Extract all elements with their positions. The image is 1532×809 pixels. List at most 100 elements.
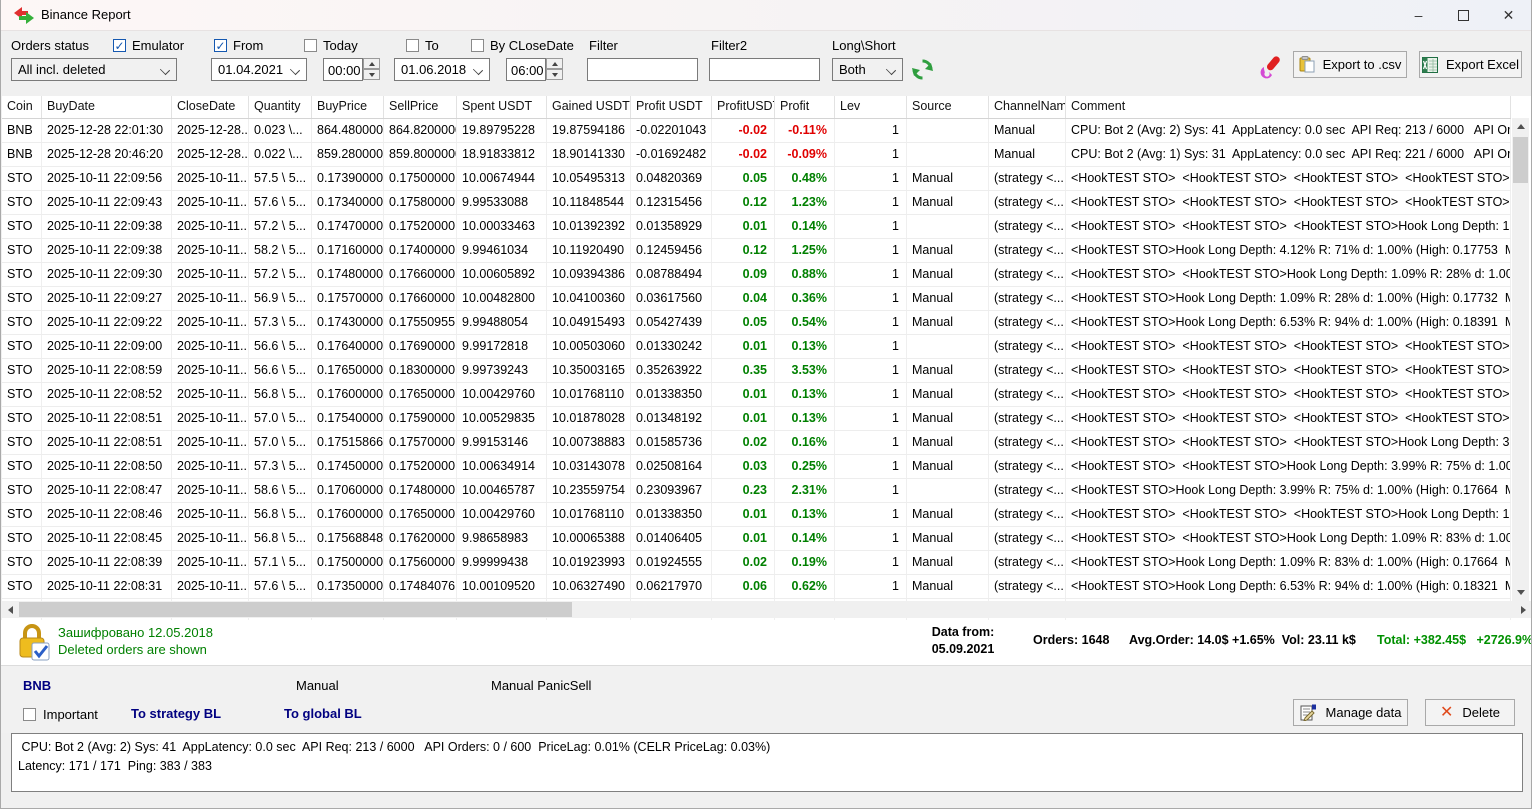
spin-up-icon[interactable] [363, 58, 380, 69]
table-row[interactable]: STO2025-10-11 22:08:392025-10-11...57.1 … [2, 551, 1511, 575]
spin-up-icon[interactable] [546, 58, 563, 69]
column-header[interactable]: Lev [835, 96, 907, 118]
table-row[interactable]: STO2025-10-11 22:08:502025-10-11...57.3 … [2, 455, 1511, 479]
table-row[interactable]: STO2025-10-11 22:08:522025-10-11...56.8 … [2, 383, 1511, 407]
column-header[interactable]: ProfitUSDT [712, 96, 775, 118]
cell-buyDate: 2025-10-11 22:09:00 [42, 335, 172, 358]
table-row[interactable]: STO2025-10-11 22:09:272025-10-11...56.9 … [2, 287, 1511, 311]
to-global-bl-link[interactable]: To global BL [284, 706, 362, 721]
table-row[interactable]: STO2025-10-11 22:09:302025-10-11...57.2 … [2, 263, 1511, 287]
cell-profitFull: 0.01338350 [631, 503, 712, 526]
emulator-checkbox[interactable]: ✓ [113, 39, 126, 52]
column-header[interactable]: Quantity [249, 96, 312, 118]
vertical-scrollbar[interactable] [1512, 118, 1529, 601]
column-header[interactable]: SellPrice [384, 96, 457, 118]
today-checkbox[interactable] [304, 39, 317, 52]
by-closedate-checkbox[interactable] [471, 39, 484, 52]
close-button[interactable]: ✕ [1486, 0, 1531, 30]
table-row[interactable]: STO2025-10-11 22:08:472025-10-11...58.6 … [2, 479, 1511, 503]
column-header[interactable]: Gained USDT [547, 96, 631, 118]
from-date-select[interactable]: 01.04.2021 [211, 58, 307, 81]
to-date-select[interactable]: 01.06.2018 [394, 58, 490, 81]
cell-coin: STO [2, 527, 42, 550]
delete-x-icon: ✕ [1440, 706, 1453, 720]
to-checkbox[interactable] [406, 39, 419, 52]
tools-icon[interactable] [1258, 53, 1286, 81]
table-row[interactable]: STO2025-10-11 22:08:312025-10-11...57.6 … [2, 575, 1511, 599]
orders-status-select[interactable]: All incl. deleted [11, 58, 177, 81]
cell-buyPrice: 0.17450000 [312, 455, 384, 478]
column-header[interactable]: CloseDate [172, 96, 249, 118]
cell-profitPct: 0.62% [775, 575, 835, 598]
cell-lev: 1 [835, 503, 907, 526]
horizontal-scrollbar[interactable] [2, 601, 1532, 618]
from-checkbox[interactable]: ✓ [214, 39, 227, 52]
table-row[interactable]: BNB2025-12-28 22:01:302025-12-28...0.023… [2, 119, 1511, 143]
scroll-left-icon[interactable] [2, 601, 19, 618]
table-row[interactable]: STO2025-10-11 22:09:382025-10-11...58.2 … [2, 239, 1511, 263]
cell-comment: <HookTEST STO>Hook Long Depth: 1.09% R: … [1066, 551, 1511, 574]
horizontal-scroll-thumb[interactable] [19, 602, 572, 617]
cell-profitPct: 2.31% [775, 479, 835, 502]
toolbar: Orders status ✓ Emulator ✓ From Today To… [1, 30, 1531, 93]
cell-spent: 10.00033463 [457, 215, 547, 238]
status-log-box[interactable]: CPU: Bot 2 (Avg: 2) Sys: 41 AppLatency: … [11, 733, 1523, 792]
from-time-input[interactable]: 00:00 [323, 58, 363, 81]
from-time-spinner[interactable] [363, 58, 380, 81]
cell-source: Manual [907, 239, 989, 262]
scroll-up-icon[interactable] [1512, 118, 1529, 135]
cell-quantity: 57.3 \ 5... [249, 311, 312, 334]
table-row[interactable]: BNB2025-12-28 20:46:202025-12-28...0.022… [2, 143, 1511, 167]
column-header[interactable]: ChannelName [989, 96, 1066, 118]
table-row[interactable]: STO2025-10-11 22:08:512025-10-11...57.0 … [2, 407, 1511, 431]
column-header[interactable]: Spent USDT [457, 96, 547, 118]
cell-quantity: 0.022 \... [249, 143, 312, 166]
spin-down-icon[interactable] [546, 69, 563, 80]
cell-gained: 10.00503060 [547, 335, 631, 358]
delete-button[interactable]: ✕ Delete [1425, 699, 1515, 726]
maximize-button[interactable] [1441, 0, 1486, 30]
cell-source [907, 143, 989, 166]
scroll-right-icon[interactable] [1515, 601, 1532, 618]
to-time-input[interactable]: 06:00 [506, 58, 546, 81]
column-header[interactable]: Source [907, 96, 989, 118]
table-row[interactable]: STO2025-10-11 22:08:592025-10-11...56.6 … [2, 359, 1511, 383]
cell-spent: 10.00674944 [457, 167, 547, 190]
important-checkbox[interactable] [23, 708, 36, 721]
table-row[interactable]: STO2025-10-11 22:09:432025-10-11...57.6 … [2, 191, 1511, 215]
csv-paste-icon [1299, 56, 1315, 73]
table-row[interactable]: STO2025-10-11 22:08:512025-10-11...57.0 … [2, 431, 1511, 455]
table-row[interactable]: STO2025-10-11 22:09:222025-10-11...57.3 … [2, 311, 1511, 335]
to-time-spinner[interactable] [546, 58, 563, 81]
to-strategy-bl-link[interactable]: To strategy BL [131, 706, 221, 721]
export-excel-button[interactable]: Export Excel [1419, 51, 1522, 78]
table-row[interactable]: STO2025-10-11 22:08:452025-10-11...56.8 … [2, 527, 1511, 551]
cell-channel: (strategy <... [989, 479, 1066, 502]
minimize-button[interactable]: – [1396, 0, 1441, 30]
export-csv-button[interactable]: Export to .csv [1293, 51, 1407, 78]
table-row[interactable]: STO2025-10-11 22:09:382025-10-11...57.2 … [2, 215, 1511, 239]
table-row[interactable]: STO2025-10-11 22:08:462025-10-11...56.8 … [2, 503, 1511, 527]
cell-profitFull: 0.03617560 [631, 287, 712, 310]
longshort-select[interactable]: Both [832, 58, 903, 81]
filter2-input[interactable] [709, 58, 820, 81]
table-row[interactable]: STO2025-10-11 22:09:562025-10-11...57.5 … [2, 167, 1511, 191]
manage-data-button[interactable]: Manage data [1293, 699, 1408, 726]
cell-comment: <HookTEST STO>Hook Long Depth: 4.12% R: … [1066, 239, 1511, 262]
column-header[interactable]: Coin [2, 96, 42, 118]
column-header[interactable]: Comment [1066, 96, 1511, 118]
orders-count: Orders: 1648 [1033, 633, 1109, 647]
cell-gained: 10.01878028 [547, 407, 631, 430]
cell-profitPct: 0.36% [775, 287, 835, 310]
scroll-down-icon[interactable] [1512, 584, 1529, 601]
column-header[interactable]: BuyDate [42, 96, 172, 118]
refresh-icon[interactable] [912, 59, 933, 80]
to-label: To [425, 38, 439, 53]
column-header[interactable]: Profit USDT [631, 96, 712, 118]
vertical-scroll-thumb[interactable] [1513, 137, 1528, 183]
table-row[interactable]: STO2025-10-11 22:09:002025-10-11...56.6 … [2, 335, 1511, 359]
column-header[interactable]: Profit [775, 96, 835, 118]
spin-down-icon[interactable] [363, 69, 380, 80]
column-header[interactable]: BuyPrice [312, 96, 384, 118]
filter-input[interactable] [587, 58, 698, 81]
